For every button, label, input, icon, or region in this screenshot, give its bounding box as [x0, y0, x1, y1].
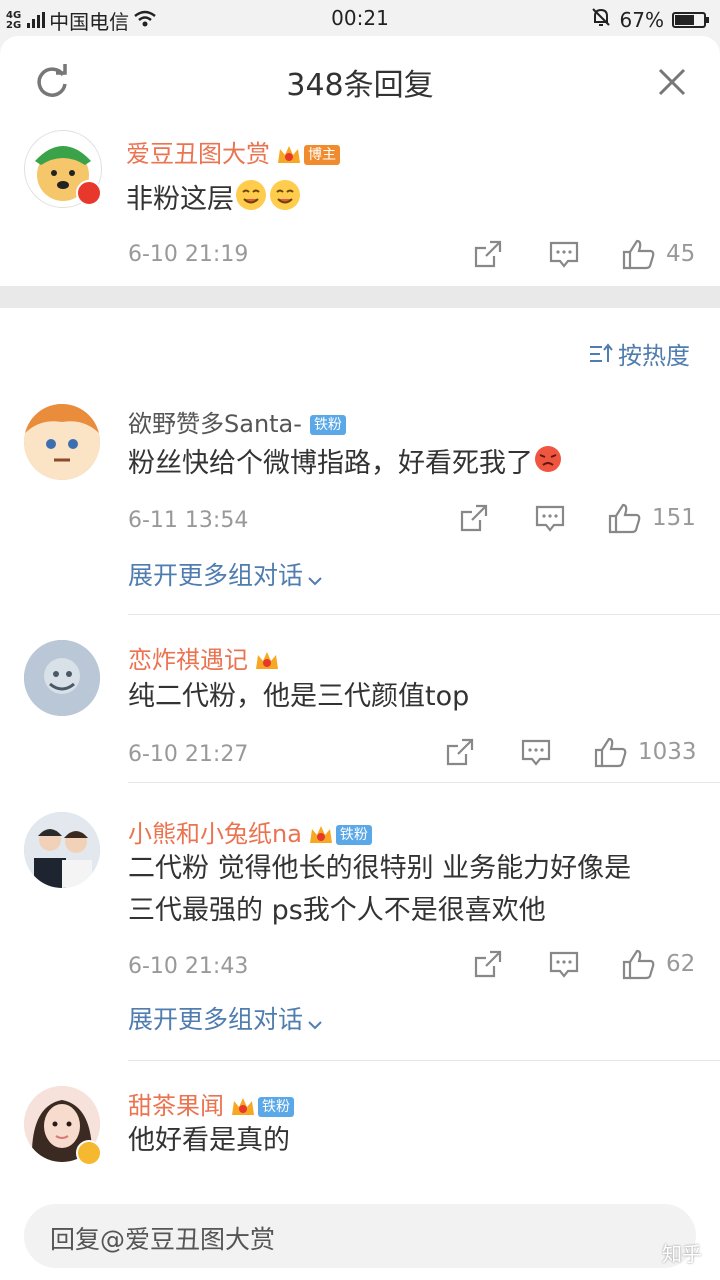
comment-icon: [535, 505, 565, 532]
like-count: 151: [652, 505, 696, 531]
like-count: 45: [666, 241, 696, 267]
crown-badge-icon: [230, 1095, 256, 1119]
fan-tag: 铁粉: [309, 415, 346, 435]
user-name[interactable]: 小熊和小兔纸na: [128, 820, 302, 848]
like-button[interactable]: 62: [622, 948, 695, 980]
share-icon: [474, 950, 502, 978]
battery-fill: [675, 14, 694, 25]
comment-icon: [521, 739, 551, 766]
thumbs-up-icon: [594, 737, 627, 768]
like-count: 1033: [638, 739, 697, 765]
thumbs-up-icon: [608, 503, 641, 534]
close-button[interactable]: [652, 62, 692, 102]
expand-conversation-link[interactable]: 展开更多组对话: [128, 1000, 323, 1036]
share-icon: [446, 738, 474, 766]
comment-button[interactable]: [548, 948, 580, 980]
watermark: 知乎: [662, 1242, 702, 1266]
comment-text: 他好看是真的: [128, 1125, 290, 1156]
verified-badge-icon: [76, 180, 102, 206]
thumbs-up-icon: [622, 949, 655, 980]
battery-percent: 67%: [619, 7, 664, 32]
sort-button[interactable]: 按热度: [588, 336, 690, 371]
comment-time: 6-11 13:54: [128, 508, 249, 533]
fan-tag: 铁粉: [258, 1097, 294, 1117]
author-tag: 博主: [304, 145, 340, 165]
divider: [128, 782, 720, 783]
divider: [128, 1060, 720, 1061]
crown-badge-icon: [276, 143, 302, 167]
divider: [128, 614, 720, 615]
reply-list: 按热度 欲野赞多Santa- 铁粉 粉丝快给个微博指路，好看死我了 6-11 13…: [0, 308, 720, 1280]
comment-text: 非粉这层: [126, 184, 234, 215]
thumbs-up-icon: [622, 239, 655, 270]
share-icon: [460, 504, 488, 532]
reply-sheet-header: 348条回复: [0, 36, 720, 122]
comment-time: 6-10 21:27: [128, 742, 249, 767]
like-button[interactable]: 151: [608, 502, 696, 534]
share-button[interactable]: [472, 948, 504, 980]
chevron-down-icon: [307, 1007, 323, 1036]
sort-icon: [590, 342, 613, 362]
share-button[interactable]: [444, 736, 476, 768]
avatar[interactable]: [24, 640, 100, 716]
crown-badge-icon: [254, 649, 280, 673]
sort-label: 按热度: [618, 342, 690, 370]
comment-button[interactable]: [534, 502, 566, 534]
battery-icon: [672, 11, 709, 28]
comment-time: 6-10 21:43: [128, 954, 249, 979]
verified-badge-icon: [76, 1140, 102, 1166]
photo-avatar-image: [24, 640, 100, 716]
angry-emoji-icon: [533, 444, 563, 485]
status-bar: 4G 2G 中国电信 00:21 67%: [0, 0, 720, 36]
crown-badge-icon: [308, 823, 334, 847]
comment-text: 粉丝快给个微博指路，好看死我了: [128, 448, 533, 479]
user-name[interactable]: 欲野赞多Santa-: [128, 410, 302, 438]
avatar[interactable]: [24, 812, 100, 888]
close-icon: [658, 68, 686, 96]
drooling-emoji-icon: [234, 178, 268, 223]
comment-text-line-2: 三代最强的 ps我个人不是很喜欢他: [128, 895, 546, 926]
share-icon: [474, 240, 502, 268]
drooling-emoji-icon: [268, 178, 302, 223]
like-count: 62: [666, 951, 696, 977]
reply-input[interactable]: 回复@爱豆丑图大赏: [24, 1204, 696, 1268]
user-name[interactable]: 爱豆丑图大赏: [126, 140, 270, 168]
comment-time: 6-10 21:19: [128, 242, 249, 267]
share-button[interactable]: [458, 502, 490, 534]
like-button[interactable]: 45: [622, 238, 695, 270]
share-button[interactable]: [472, 238, 504, 270]
avatar[interactable]: [24, 404, 100, 480]
bell-muted-icon: [590, 6, 612, 33]
original-comment: 爱豆丑图大赏 博主 非粉这层 6-10 21:19 45: [0, 122, 720, 286]
comment-icon: [549, 241, 579, 268]
comment-text-line-1: 二代粉 觉得他长的很特别 业务能力好像是: [128, 853, 632, 884]
reply-input-placeholder: 回复@爱豆丑图大赏: [50, 1225, 276, 1254]
couple-avatar-image: [24, 812, 100, 888]
page-title: 348条回复: [286, 68, 434, 103]
comment-icon: [549, 951, 579, 978]
anime-avatar-image: [24, 404, 100, 480]
chevron-down-icon: [307, 563, 323, 592]
like-button[interactable]: 1033: [594, 736, 697, 768]
comment-button[interactable]: [548, 238, 580, 270]
user-name[interactable]: 甜茶果闻: [128, 1092, 224, 1120]
comment-text: 纯二代粉，他是三代颜值top: [128, 681, 470, 712]
user-name[interactable]: 恋炸祺遇记: [128, 646, 248, 674]
expand-conversation-link[interactable]: 展开更多组对话: [128, 556, 323, 592]
fan-tag: 铁粉: [335, 825, 372, 845]
comment-button[interactable]: [520, 736, 552, 768]
section-divider: [0, 286, 720, 308]
